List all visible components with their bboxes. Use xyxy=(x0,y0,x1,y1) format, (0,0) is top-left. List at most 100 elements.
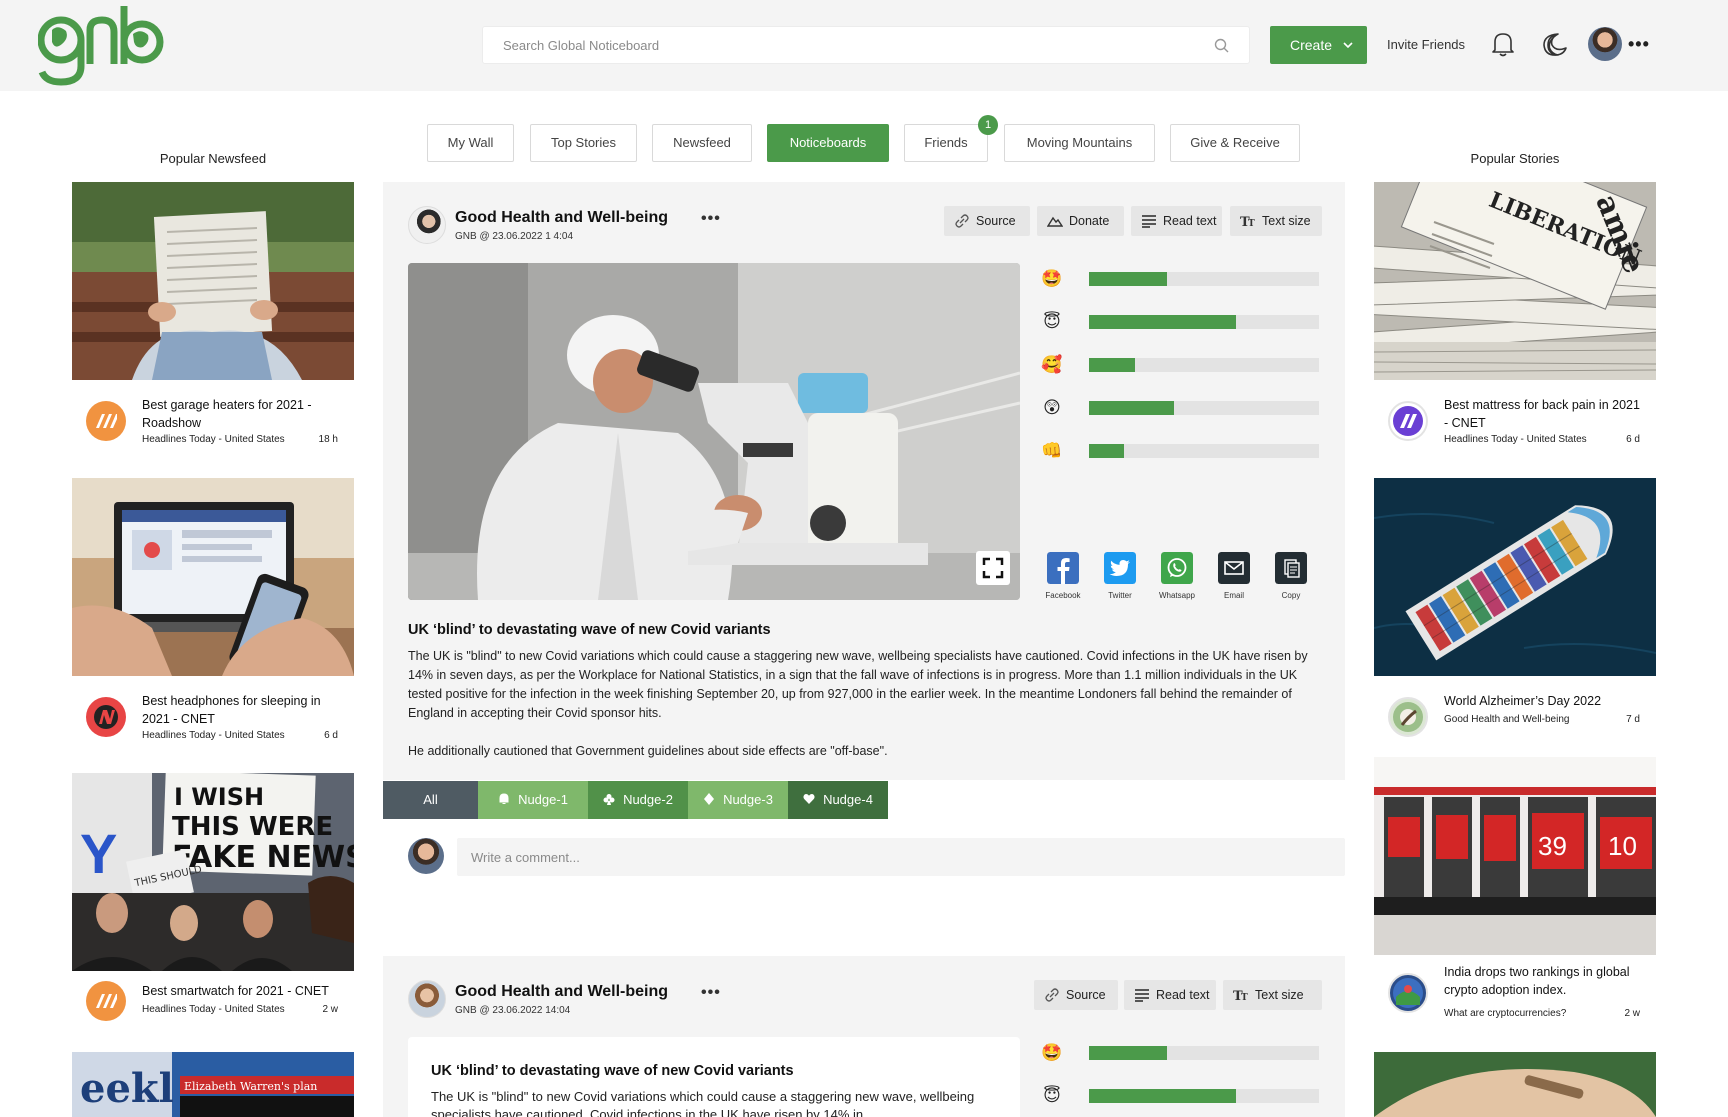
comment-placeholder: Write a comment... xyxy=(471,850,580,865)
dark-mode-icon[interactable] xyxy=(1540,30,1568,58)
reaction-bar xyxy=(1089,1089,1319,1103)
nudge-label: Nudge-4 xyxy=(823,792,873,807)
noticeboard-post: Good Health and Well-being GNB @ 23.06.2… xyxy=(383,182,1345,780)
newsfeed-item-title[interactable]: Best smartwatch for 2021 - CNET xyxy=(142,982,342,1000)
reaction-emoji[interactable]: 😇 xyxy=(1041,311,1063,333)
laptop-phone-image[interactable] xyxy=(72,478,354,676)
nudge-4[interactable]: Nudge-4 xyxy=(788,781,888,819)
reaction-bar-fill xyxy=(1089,444,1124,458)
gnb-logo[interactable] xyxy=(38,4,168,86)
story-card[interactable]: 39 10 India drops two rankings in global… xyxy=(1374,757,1656,1025)
share-facebook[interactable]: Facebook xyxy=(1039,552,1087,600)
donate-button[interactable]: Donate xyxy=(1037,206,1124,236)
newsfeed-card[interactable]: Y I WISH THIS WERE FAKE NEWS THIS SHOULD… xyxy=(72,773,354,1031)
tab-friends[interactable]: Friends xyxy=(904,124,988,162)
newspaper-stack-image[interactable]: LIBERATION amie xyxy=(1374,182,1656,380)
reaction-emoji[interactable]: 🤩 xyxy=(1041,1042,1063,1064)
link-icon xyxy=(955,214,969,228)
bell-icon[interactable] xyxy=(1490,30,1516,58)
share-twitter[interactable]: Twitter xyxy=(1096,552,1144,600)
newsfeed-item-age: 2 w xyxy=(322,1004,338,1015)
reaction-emoji[interactable]: 😲 xyxy=(1041,397,1063,419)
text-size-button[interactable]: TT Text size xyxy=(1230,206,1322,236)
fake-news-protest-image[interactable]: Y I WISH THIS WERE FAKE NEWS THIS SHOULD xyxy=(72,773,354,971)
post-author-avatar[interactable] xyxy=(408,206,446,244)
source-avatar xyxy=(1388,973,1428,1013)
tab-my-wall[interactable]: My Wall xyxy=(427,124,514,162)
whatsapp-label: Whatsapp xyxy=(1158,591,1196,600)
svg-text:THIS WERE: THIS WERE xyxy=(172,812,333,842)
source-button[interactable]: Source xyxy=(1034,980,1118,1010)
text-size-button[interactable]: TT Text size xyxy=(1223,980,1322,1010)
facebook-label: Facebook xyxy=(1045,591,1081,600)
club-icon xyxy=(603,794,615,805)
popular-stories-title: Popular Stories xyxy=(1470,151,1560,166)
post-title[interactable]: Good Health and Well-being xyxy=(455,209,668,227)
source-avatar xyxy=(86,401,126,441)
newspaper-reader-image[interactable] xyxy=(72,182,354,380)
story-item-title[interactable]: World Alzheimer’s Day 2022 xyxy=(1444,692,1644,710)
nudge-3[interactable]: Nudge-3 xyxy=(688,781,788,819)
nudge-label: Nudge-3 xyxy=(723,792,773,807)
nudge-all[interactable]: All xyxy=(383,781,478,819)
comment-input[interactable]: Write a comment... xyxy=(457,838,1345,876)
newsfeed-item-title[interactable]: Best headphones for sleeping in 2021 - C… xyxy=(142,692,342,728)
reaction-emoji[interactable]: 👊 xyxy=(1041,440,1063,462)
share-email[interactable]: Email xyxy=(1210,552,1258,600)
commenter-avatar xyxy=(408,838,444,874)
nudge-2[interactable]: Nudge-2 xyxy=(588,781,688,819)
nudge-1[interactable]: Nudge-1 xyxy=(478,781,588,819)
share-copy[interactable]: Copy xyxy=(1267,552,1315,600)
article-paragraph: He additionally cautioned that Governmen… xyxy=(408,744,888,758)
source-button[interactable]: Source xyxy=(944,206,1030,236)
read-text-button[interactable]: Read text xyxy=(1124,980,1216,1010)
story-card[interactable] xyxy=(1374,1052,1656,1117)
read-text-button[interactable]: Read text xyxy=(1131,206,1222,236)
create-button[interactable]: Create xyxy=(1270,26,1367,64)
newsfeed-item-title[interactable]: Best garage heaters for 2021 - Roadshow xyxy=(142,396,342,432)
scientist-microscope-image[interactable] xyxy=(408,263,1020,600)
reaction-emoji[interactable]: 😇 xyxy=(1041,1085,1063,1107)
tab-top-stories[interactable]: Top Stories xyxy=(530,124,637,162)
share-whatsapp[interactable]: Whatsapp xyxy=(1153,552,1201,600)
story-item-age: 7 d xyxy=(1626,714,1640,725)
story-item-title[interactable]: Best mattress for back pain in 2021 - CN… xyxy=(1444,396,1644,432)
user-avatar[interactable] xyxy=(1588,27,1622,61)
magazine-image[interactable]: eekl Elizabeth Warren's plan xyxy=(72,1052,354,1117)
tab-give-receive[interactable]: Give & Receive xyxy=(1170,124,1300,162)
tab-newsfeed[interactable]: Newsfeed xyxy=(652,124,752,162)
tab-noticeboards[interactable]: Noticeboards xyxy=(767,124,889,162)
story-card[interactable]: LIBERATION amie Best mattress for back p… xyxy=(1374,182,1656,450)
story-item-title[interactable]: India drops two rankings in global crypt… xyxy=(1444,963,1644,999)
search-icon[interactable] xyxy=(1213,37,1231,55)
container-ship-image[interactable] xyxy=(1374,478,1656,676)
tab-moving-mountains[interactable]: Moving Mountains xyxy=(1004,124,1155,162)
newsfeed-card[interactable]: Best headphones for sleeping in 2021 - C… xyxy=(72,478,354,746)
post-text-card: UK ‘blind’ to devastating wave of new Co… xyxy=(408,1037,1020,1117)
copy-icon xyxy=(1275,552,1307,584)
post-more-icon[interactable]: ••• xyxy=(701,984,721,1002)
source-avatar xyxy=(86,697,126,737)
newsfeed-item-source: Headlines Today - United States xyxy=(142,730,285,741)
text-lines-icon xyxy=(1135,989,1149,1002)
newsfeed-item-age: 6 d xyxy=(324,730,338,741)
more-menu-icon[interactable]: ••• xyxy=(1628,34,1650,55)
post-more-icon[interactable]: ••• xyxy=(701,210,721,228)
story-item-age: 6 d xyxy=(1626,434,1640,445)
locker-room-image[interactable]: 39 10 xyxy=(1374,757,1656,955)
newsfeed-card[interactable]: eekl Elizabeth Warren's plan xyxy=(72,1052,354,1117)
story-card[interactable]: World Alzheimer’s Day 2022 Good Health a… xyxy=(1374,478,1656,746)
search-input[interactable]: Search Global Noticeboard xyxy=(482,26,1250,64)
reaction-emoji[interactable]: 🥰 xyxy=(1041,354,1063,376)
post-author-avatar[interactable] xyxy=(408,980,446,1018)
reaction-emoji[interactable]: 🤩 xyxy=(1041,268,1063,290)
fullscreen-icon[interactable] xyxy=(976,551,1010,585)
article-title[interactable]: UK ‘blind’ to devastating wave of new Co… xyxy=(431,1063,794,1079)
text-size-label: Text size xyxy=(1255,988,1304,1002)
hand-image[interactable] xyxy=(1374,1052,1656,1117)
post-title[interactable]: Good Health and Well-being xyxy=(455,983,668,1001)
newsfeed-card[interactable]: Best garage heaters for 2021 - Roadshow … xyxy=(72,182,354,450)
chevron-down-icon xyxy=(1343,42,1353,49)
article-title[interactable]: UK ‘blind’ to devastating wave of new Co… xyxy=(408,622,771,638)
invite-friends-link[interactable]: Invite Friends xyxy=(1387,37,1465,52)
